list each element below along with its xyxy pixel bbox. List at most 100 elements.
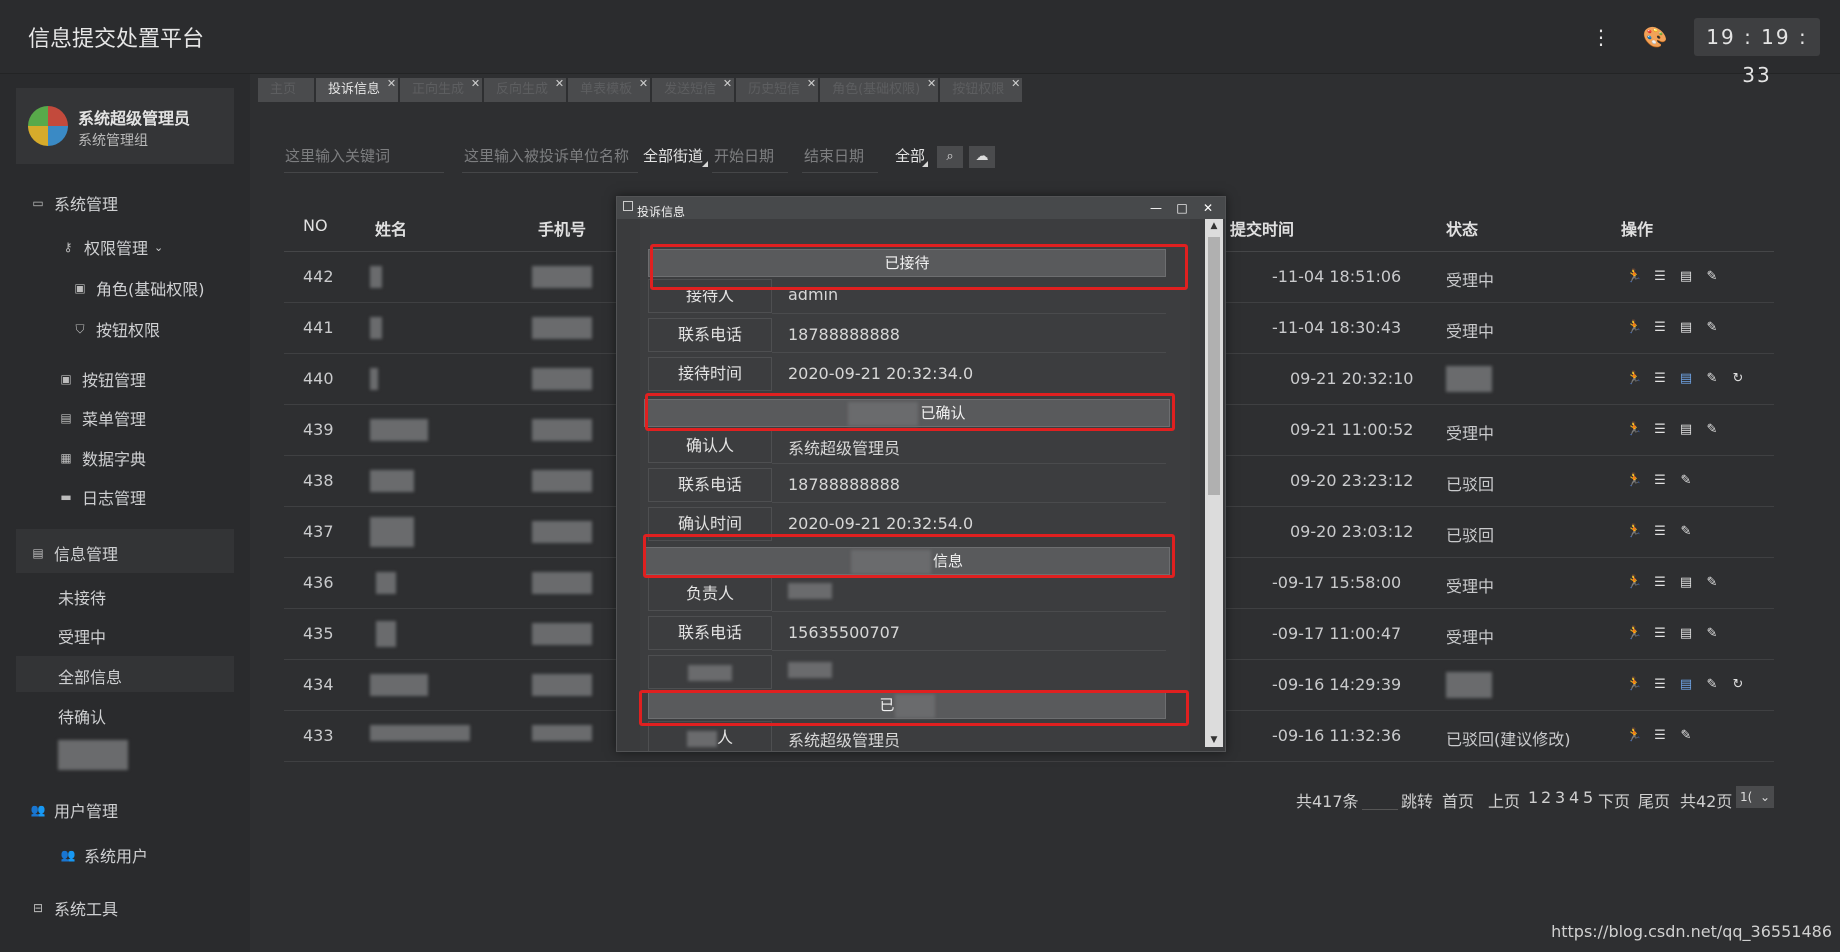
sidebar-item-all-info[interactable]: 全部信息 bbox=[58, 664, 122, 688]
sidebar-item-data-dict[interactable]: ▦ 数据字典 bbox=[58, 446, 146, 470]
page-size-select[interactable]: 1(⌄ bbox=[1736, 786, 1774, 808]
tab-reverse-gen[interactable]: 反向生成 ✕ bbox=[484, 77, 567, 102]
edit-icon[interactable]: ✎ bbox=[1704, 422, 1720, 438]
sidebar-item-perm-mgmt[interactable]: ⚷ 权限管理 ⌄ bbox=[60, 235, 164, 259]
walk-icon[interactable]: 🏃 bbox=[1626, 728, 1642, 744]
sidebar-item-system-users[interactable]: 👥 系统用户 bbox=[60, 843, 149, 867]
palette-icon[interactable]: 🎨 bbox=[1642, 24, 1668, 50]
page-link-1[interactable]: 1 bbox=[1528, 788, 1538, 807]
walk-icon[interactable]: 🏃 bbox=[1626, 422, 1642, 438]
keyword-input[interactable]: 这里输入关键词 bbox=[285, 145, 390, 166]
close-icon[interactable]: ✕ bbox=[639, 72, 648, 96]
maximize-icon[interactable]: □ bbox=[1173, 199, 1191, 217]
more-vertical-icon[interactable]: ⋮ bbox=[1588, 24, 1614, 50]
scrollbar-thumb[interactable] bbox=[1208, 237, 1220, 495]
page-link-4[interactable]: 4 bbox=[1569, 788, 1579, 807]
list-icon[interactable]: ☰ bbox=[1652, 320, 1668, 336]
close-icon[interactable]: ✕ bbox=[555, 72, 564, 96]
edit-icon[interactable]: ✎ bbox=[1704, 269, 1720, 285]
clipboard-icon[interactable]: ▤ bbox=[1678, 575, 1694, 591]
tab-complaint-info[interactable]: 投诉信息 ✕ bbox=[316, 77, 399, 102]
walk-icon[interactable]: 🏃 bbox=[1626, 473, 1642, 489]
document-icon[interactable]: ▤ bbox=[1678, 677, 1694, 693]
cloud-download-icon[interactable]: ☁ bbox=[969, 146, 995, 168]
last-page-link[interactable]: 尾页 bbox=[1638, 788, 1670, 812]
close-icon[interactable]: ✕ bbox=[927, 72, 936, 96]
close-icon[interactable]: ✕ bbox=[1199, 199, 1217, 217]
status-select[interactable]: 全部 bbox=[895, 145, 925, 166]
end-date-input[interactable]: 结束日期 bbox=[804, 145, 864, 166]
sidebar-item-system-tools[interactable]: ⊟ 系统工具 bbox=[30, 896, 118, 920]
walk-icon[interactable]: 🏃 bbox=[1626, 575, 1642, 591]
sidebar-item-info-mgmt[interactable]: ▤ 信息管理 bbox=[30, 541, 118, 565]
scroll-up-icon[interactable]: ▲ bbox=[1205, 221, 1223, 231]
list-icon[interactable]: ☰ bbox=[1652, 626, 1668, 642]
tab-history-sms[interactable]: 历史短信 ✕ bbox=[736, 77, 819, 102]
page-link-3[interactable]: 3 bbox=[1555, 788, 1565, 807]
list-icon[interactable]: ☰ bbox=[1652, 473, 1668, 489]
close-icon[interactable]: ✕ bbox=[387, 72, 396, 96]
edit-icon[interactable]: ✎ bbox=[1704, 575, 1720, 591]
undo-icon[interactable]: ↻ bbox=[1730, 677, 1746, 693]
prev-page-link[interactable]: 上页 bbox=[1488, 788, 1520, 812]
sidebar-item-system-mgmt[interactable]: ▭ 系统管理 bbox=[30, 191, 118, 215]
sidebar-item-to-confirm[interactable]: 待确认 bbox=[58, 704, 106, 728]
close-icon[interactable]: ✕ bbox=[723, 72, 732, 96]
tab-home[interactable]: 主页 bbox=[258, 78, 315, 102]
tab-send-sms[interactable]: 发送短信 ✕ bbox=[652, 77, 735, 102]
start-date-input[interactable]: 开始日期 bbox=[714, 145, 774, 166]
close-icon[interactable]: ✕ bbox=[807, 72, 816, 96]
page-jump-input[interactable] bbox=[1362, 784, 1398, 810]
tab-forward-gen[interactable]: 正向生成 ✕ bbox=[400, 77, 483, 102]
scroll-down-icon[interactable]: ▼ bbox=[1205, 735, 1223, 745]
walk-icon[interactable]: 🏃 bbox=[1626, 677, 1642, 693]
edit-icon[interactable]: ✎ bbox=[1678, 728, 1694, 744]
walk-icon[interactable]: 🏃 bbox=[1626, 320, 1642, 336]
edit-icon[interactable]: ✎ bbox=[1678, 473, 1694, 489]
sidebar-item-button-perm[interactable]: ⛉ 按钮权限 bbox=[72, 317, 160, 341]
tab-button-perm[interactable]: 按钮权限 ✕ bbox=[940, 77, 1023, 102]
list-icon[interactable]: ☰ bbox=[1652, 677, 1668, 693]
walk-icon[interactable]: 🏃 bbox=[1626, 371, 1642, 387]
list-icon[interactable]: ☰ bbox=[1652, 524, 1668, 540]
next-page-link[interactable]: 下页 bbox=[1598, 788, 1630, 812]
page-link-2[interactable]: 2 bbox=[1541, 788, 1551, 807]
edit-icon[interactable]: ✎ bbox=[1704, 626, 1720, 642]
sidebar-item-in-process[interactable]: 受理中 bbox=[58, 624, 106, 648]
list-icon[interactable]: ☰ bbox=[1652, 422, 1668, 438]
tab-role-perm[interactable]: 角色(基础权限) ✕ bbox=[820, 77, 939, 102]
edit-icon[interactable]: ✎ bbox=[1678, 524, 1694, 540]
page-link-5[interactable]: 5 bbox=[1583, 788, 1593, 807]
tab-single-template[interactable]: 单表模板 ✕ bbox=[568, 77, 651, 102]
dialog-titlebar[interactable]: 投诉信息 — □ ✕ bbox=[617, 197, 1225, 219]
undo-icon[interactable]: ↻ bbox=[1730, 371, 1746, 387]
walk-icon[interactable]: 🏃 bbox=[1626, 626, 1642, 642]
document-icon[interactable]: ▤ bbox=[1678, 371, 1694, 387]
list-icon[interactable]: ☰ bbox=[1652, 575, 1668, 591]
clipboard-icon[interactable]: ▤ bbox=[1678, 626, 1694, 642]
search-icon[interactable]: ⌕ bbox=[937, 146, 963, 168]
edit-icon[interactable]: ✎ bbox=[1704, 320, 1720, 336]
dialog-scrollbar[interactable]: ▲ ▼ bbox=[1205, 219, 1223, 747]
close-icon[interactable]: ✕ bbox=[471, 72, 480, 96]
jump-button[interactable]: 跳转 bbox=[1401, 788, 1433, 812]
edit-icon[interactable]: ✎ bbox=[1704, 371, 1720, 387]
sidebar-item-button-mgmt[interactable]: ▣ 按钮管理 bbox=[58, 367, 146, 391]
sidebar-item-user-mgmt[interactable]: 👥 用户管理 bbox=[30, 798, 119, 822]
list-icon[interactable]: ☰ bbox=[1652, 371, 1668, 387]
edit-icon[interactable]: ✎ bbox=[1704, 677, 1720, 693]
first-page-link[interactable]: 首页 bbox=[1442, 788, 1474, 812]
sidebar-item-menu-mgmt[interactable]: ▤ 菜单管理 bbox=[58, 406, 146, 430]
unit-name-input[interactable]: 这里输入被投诉单位名称 bbox=[464, 145, 629, 166]
sidebar-item-log-mgmt[interactable]: ▬ 日志管理 bbox=[58, 485, 146, 509]
walk-icon[interactable]: 🏃 bbox=[1626, 269, 1642, 285]
user-profile[interactable]: 系统超级管理员 系统管理组 bbox=[16, 88, 234, 164]
sidebar-item-role-perm[interactable]: ▣ 角色(基础权限) bbox=[72, 276, 204, 300]
clipboard-icon[interactable]: ▤ bbox=[1678, 422, 1694, 438]
sidebar-item-redacted[interactable] bbox=[58, 740, 128, 770]
clipboard-icon[interactable]: ▤ bbox=[1678, 269, 1694, 285]
sidebar-item-not-received[interactable]: 未接待 bbox=[58, 585, 106, 609]
close-icon[interactable]: ✕ bbox=[1011, 72, 1020, 96]
minimize-icon[interactable]: — bbox=[1147, 199, 1165, 217]
walk-icon[interactable]: 🏃 bbox=[1626, 524, 1642, 540]
